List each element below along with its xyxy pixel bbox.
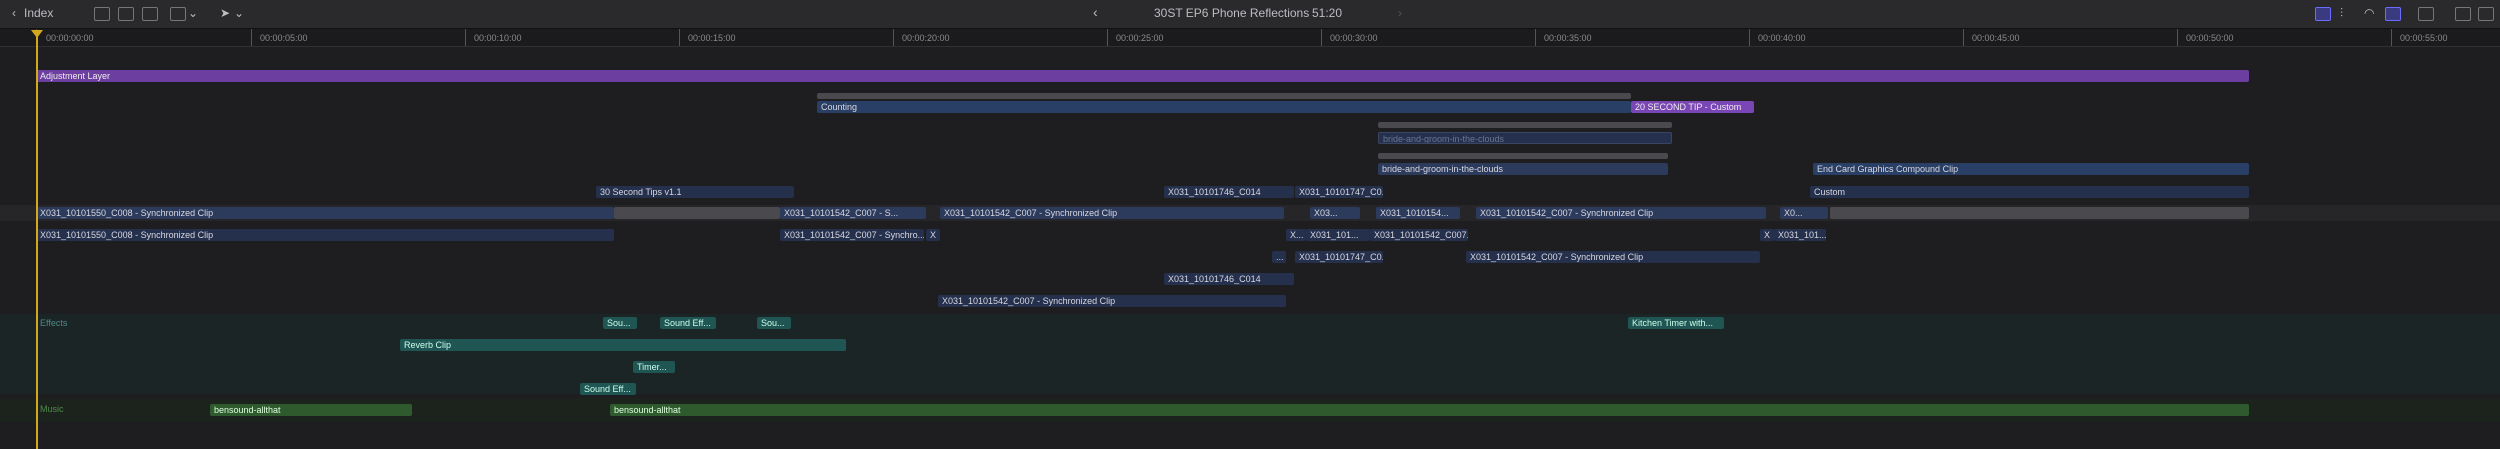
select-tool-icon[interactable]: ➤	[220, 6, 230, 20]
ruler-tick-line	[893, 29, 894, 46]
sound-effect-clip-1[interactable]: Sound Eff...	[660, 317, 716, 329]
ruler-tick-line	[2391, 29, 2392, 46]
kitchen-timer-clip[interactable]: Kitchen Timer with...	[1628, 317, 1724, 329]
connected-clip-r3-2[interactable]: X031_10101747_C0...	[1295, 251, 1383, 263]
gap-clip-end[interactable]	[1830, 207, 2249, 219]
playhead-handle-icon[interactable]	[31, 30, 43, 38]
ruler-tick: 00:00:00:00	[46, 33, 94, 43]
effects-browser-icon[interactable]	[2455, 7, 2471, 21]
project-title: 30ST EP6 Phone Reflections	[1154, 6, 1310, 20]
gap-clip[interactable]	[614, 207, 780, 219]
ruler-tick-line	[1749, 29, 1750, 46]
index-chevron-icon[interactable]: ‹	[12, 6, 16, 20]
ruler-tick-line	[2177, 29, 2178, 46]
bride-connection-bar	[1378, 122, 1672, 128]
counting-title-clip[interactable]: Counting	[817, 101, 1631, 113]
connected-clip-r5-1[interactable]: X031_10101542_C007 - Synchronized Clip	[938, 295, 1286, 307]
ruler-tick: 00:00:15:00	[688, 33, 736, 43]
music-lane-label: Music	[40, 404, 64, 414]
ruler-tick: 00:00:35:00	[1544, 33, 1592, 43]
project-duration: 51:20	[1312, 6, 1343, 20]
ruler-tick: 00:00:50:00	[2186, 33, 2234, 43]
ruler-tick: 00:00:20:00	[902, 33, 950, 43]
sync-clip-7[interactable]: X0...	[1780, 207, 1828, 219]
music-clip-2[interactable]: bensound-allthat	[610, 404, 2249, 416]
ruler-tick-line	[1321, 29, 1322, 46]
toolbar: ‹ Index ⌄ ➤ ⌄ ‹ 30ST EP6 Phone Reflectio…	[0, 0, 2500, 29]
end-card-compound-clip[interactable]: End Card Graphics Compound Clip	[1813, 163, 2249, 175]
connected-clip-r2-8[interactable]: X031_101...	[1774, 229, 1826, 241]
effects-lane	[0, 314, 2500, 394]
clip-appearance-icon-2[interactable]	[118, 7, 134, 21]
ruler-tick-line	[679, 29, 680, 46]
sync-clip-2[interactable]: X031_10101542_C007 - S...	[780, 207, 926, 219]
video-audio-icon[interactable]	[2315, 7, 2331, 21]
reverb-clip[interactable]: Reverb Clip	[400, 339, 846, 351]
connected-clip-r2-5[interactable]: X031_101...	[1306, 229, 1370, 241]
bride-clip[interactable]: bride-and-groom-in-the-clouds	[1378, 163, 1668, 175]
bride-connection-bar-2	[1378, 153, 1668, 159]
clip-appearance-icon[interactable]	[94, 7, 110, 21]
connected-clip-r3-3[interactable]: X031_10101542_C007 - Synchronized Clip	[1466, 251, 1760, 263]
transitions-browser-icon[interactable]	[2478, 7, 2494, 21]
waveform-icon[interactable]: ⫶	[2340, 6, 2343, 21]
ruler-tick-line	[465, 29, 466, 46]
ruler-tick-line	[1963, 29, 1964, 46]
c014-clip[interactable]: X031_10101746_C014	[1164, 186, 1294, 198]
playhead[interactable]	[36, 30, 38, 449]
back-arrow-icon[interactable]: ‹	[1093, 4, 1098, 20]
timer-clip[interactable]: Timer...	[633, 361, 675, 373]
snapping-icon[interactable]	[2385, 7, 2401, 21]
ruler-tick: 00:00:55:00	[2400, 33, 2448, 43]
connected-clip-r2-4[interactable]: X...	[1286, 229, 1306, 241]
sync-clip-1[interactable]: X031_10101550_C008 - Synchronized Clip	[36, 207, 614, 219]
timeline-ruler[interactable]: 00:00:00:00 00:00:05:00 00:00:10:00 00:0…	[0, 29, 2500, 47]
ruler-tick-line	[1535, 29, 1536, 46]
connected-clip-r2-3[interactable]: X	[926, 229, 940, 241]
connected-clip-r4-1[interactable]: X031_10101746_C014	[1164, 273, 1294, 285]
sync-clip-5[interactable]: X031_1010154...	[1376, 207, 1460, 219]
connected-clip-r2-6[interactable]: X031_10101542_C007...	[1370, 229, 1468, 241]
effects-lane-label: Effects	[40, 318, 68, 328]
ruler-tick: 00:00:10:00	[474, 33, 522, 43]
sync-clip-6[interactable]: X031_10101542_C007 - Synchronized Clip	[1476, 207, 1766, 219]
clip-appearance-icon-3[interactable]	[142, 7, 158, 21]
music-clip-1[interactable]: bensound-allthat	[210, 404, 412, 416]
ruler-tick: 00:00:05:00	[260, 33, 308, 43]
chevron-down-icon[interactable]: ⌄	[188, 6, 198, 20]
connected-clip-r2-2[interactable]: X031_10101542_C007 - Synchro...	[780, 229, 924, 241]
connected-clip-r2-7[interactable]: X	[1760, 229, 1774, 241]
ruler-tick: 00:00:25:00	[1116, 33, 1164, 43]
connected-clip-r2-1[interactable]: X031_10101550_C008 - Synchronized Clip	[36, 229, 614, 241]
ruler-tick: 00:00:45:00	[1972, 33, 2020, 43]
sound-effect-clip-2[interactable]: Sound Eff...	[580, 383, 636, 395]
ruler-tick-line	[1107, 29, 1108, 46]
bride-clip-ghost[interactable]: bride-and-groom-in-the-clouds	[1378, 132, 1672, 144]
ruler-tick: 00:00:40:00	[1758, 33, 1806, 43]
tip-custom-clip[interactable]: 20 SECOND TIP - Custom	[1631, 101, 1754, 113]
clip-appearance-toggle-icon[interactable]	[2418, 7, 2434, 21]
index-button[interactable]: Index	[24, 6, 53, 20]
connected-clip-r3-1[interactable]: ...	[1272, 251, 1286, 263]
headphones-icon[interactable]: ◠	[2364, 6, 2374, 20]
tool-chevron-icon[interactable]: ⌄	[234, 6, 244, 20]
adjustment-layer-clip[interactable]: Adjustment Layer	[36, 70, 2249, 82]
custom-clip[interactable]: Custom	[1810, 186, 2249, 198]
ruler-tick-line	[251, 29, 252, 46]
sync-clip-3[interactable]: X031_10101542_C007 - Synchronized Clip	[940, 207, 1284, 219]
c007-short-clip[interactable]: X031_10101747_C0...	[1295, 186, 1383, 198]
layout-dropdown-icon[interactable]	[170, 7, 186, 21]
tips-title-clip[interactable]: 30 Second Tips v1.1	[596, 186, 794, 198]
counting-connection-bar	[817, 93, 1631, 99]
sound-clip-1[interactable]: Sou...	[603, 317, 637, 329]
forward-arrow-icon[interactable]: ›	[1398, 6, 1402, 20]
sync-clip-4[interactable]: X03...	[1310, 207, 1360, 219]
sound-clip-2[interactable]: Sou...	[757, 317, 791, 329]
ruler-tick: 00:00:30:00	[1330, 33, 1378, 43]
